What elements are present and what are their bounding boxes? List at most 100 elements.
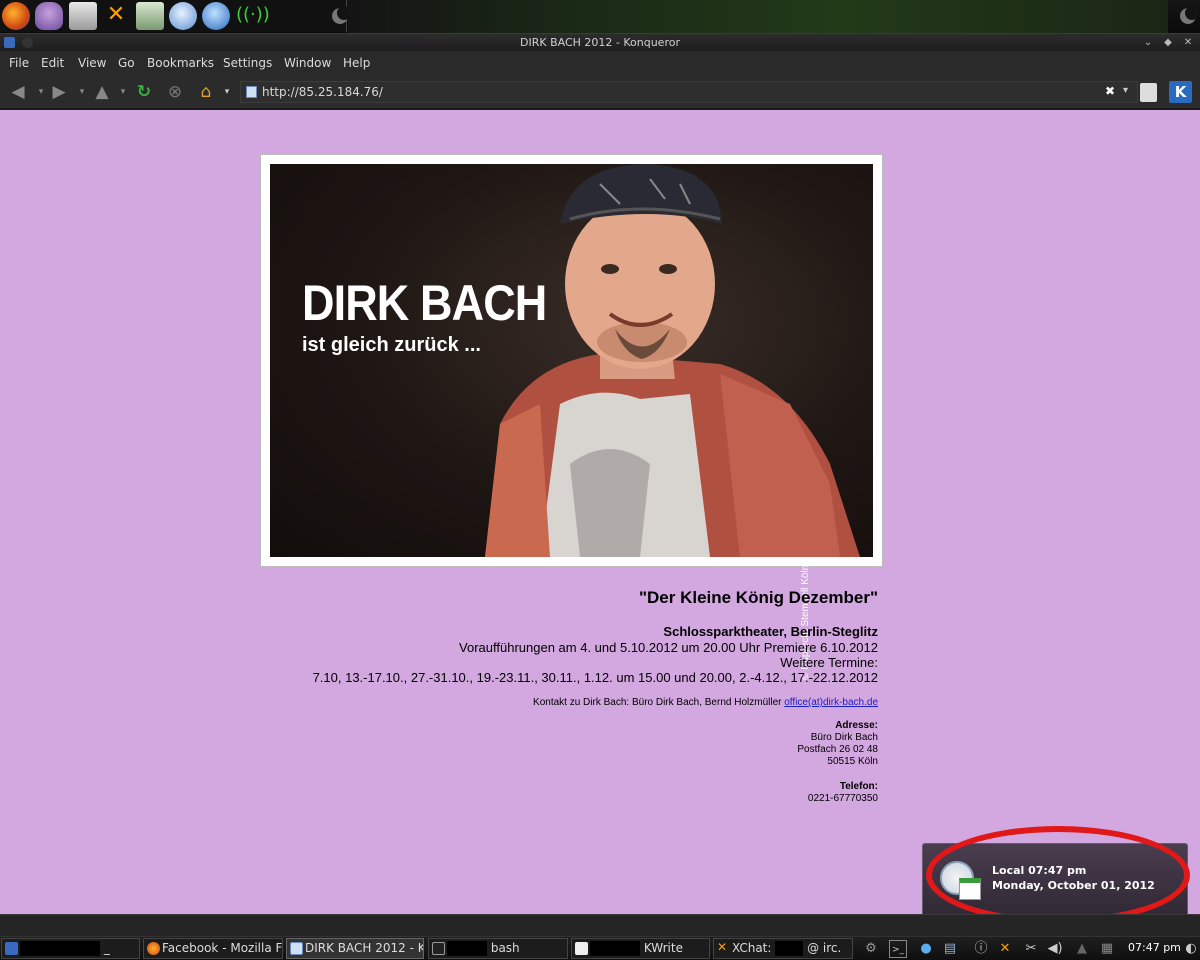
- firefox-icon[interactable]: [2, 2, 30, 30]
- terminal-icon: [432, 942, 445, 955]
- menu-go[interactable]: Go: [118, 56, 135, 70]
- clear-url-icon[interactable]: ✖: [1105, 84, 1115, 98]
- address-line: Büro Dirk Bach: [810, 732, 878, 743]
- moon-icon: [332, 6, 351, 24]
- home-icon[interactable]: ⌂: [195, 82, 217, 102]
- menu-help[interactable]: Help: [343, 56, 370, 70]
- up-icon[interactable]: ▲: [91, 82, 113, 102]
- konqueror-launcher-icon[interactable]: [202, 2, 230, 30]
- kwrite-icon: [575, 942, 588, 955]
- window-title: DIRK BACH 2012 - Konqueror: [520, 36, 680, 49]
- task-label: Facebook - Mozilla Fir: [162, 941, 283, 955]
- menu-bar: File Edit View Go Bookmarks Settings Win…: [0, 51, 1200, 75]
- minimize-icon[interactable]: ⌄: [1141, 36, 1155, 50]
- address-bar[interactable]: http://85.25.184.76/ ✖ ▾: [240, 81, 1138, 103]
- system-icon[interactable]: ⚙: [862, 940, 880, 958]
- desktop-wallpaper-strip: [348, 0, 1168, 33]
- konqueror-icon: [290, 942, 303, 955]
- photo-subline: ist gleich zurück ...: [302, 334, 481, 356]
- task-bash[interactable]: bash: [428, 938, 568, 959]
- popup-local-time: Local 07:47 pm: [992, 864, 1087, 877]
- xchat-icon: ✕: [717, 940, 728, 954]
- clipboard-icon[interactable]: [1140, 83, 1157, 102]
- task-konqueror[interactable]: DIRK BACH 2012 - K: [286, 938, 424, 959]
- firefox-icon: [147, 942, 160, 955]
- reload-icon[interactable]: ↻: [133, 82, 155, 102]
- contact-email-link[interactable]: office(at)dirk-bach.de: [784, 697, 878, 708]
- redacted-title: [20, 941, 100, 956]
- window-titlebar[interactable]: DIRK BACH 2012 - Konqueror ⌄ ◆ ✕: [0, 33, 1200, 51]
- terminal-tray-icon[interactable]: >_: [889, 940, 907, 958]
- portrait-illustration: [485, 164, 860, 557]
- thunderbird-icon[interactable]: [169, 2, 197, 30]
- menu-bookmarks[interactable]: Bookmarks: [147, 56, 214, 70]
- clock-tooltip: Local 07:47 pm Monday, October 01, 2012: [922, 843, 1188, 921]
- task-kwrite[interactable]: KWrite: [571, 938, 710, 959]
- show-title: "Der Kleine König Dezember": [638, 588, 878, 607]
- photo-headline: DIRK BACH: [302, 275, 547, 331]
- moon-icon-right: [1180, 6, 1199, 24]
- updates-icon[interactable]: ▲: [1073, 940, 1091, 958]
- menu-file[interactable]: File: [9, 56, 29, 70]
- back-icon[interactable]: ◀: [7, 82, 29, 102]
- page-favicon-icon: [246, 86, 257, 98]
- menu-view[interactable]: View: [78, 56, 106, 70]
- redacted-title: [447, 941, 487, 956]
- task-label: XChat:: [732, 941, 772, 955]
- web-page: DIRK BACH ist gleich zurück ... © Ruprec…: [0, 110, 1200, 914]
- network-icon[interactable]: ((·)): [236, 2, 270, 30]
- dirk-bach-photo: DIRK BACH ist gleich zurück ...: [270, 164, 873, 557]
- top-panel: ✕ ((·)): [0, 0, 1200, 33]
- xchat-tray-icon[interactable]: ✕: [996, 940, 1014, 958]
- globe-icon[interactable]: ●: [917, 940, 935, 958]
- task-label: _: [103, 941, 110, 955]
- popup-date: Monday, October 01, 2012: [992, 879, 1155, 892]
- volume-icon[interactable]: ◀): [1046, 940, 1064, 958]
- more-dates-label: Weitere Termine:: [780, 655, 878, 670]
- task-xchat[interactable]: ✕ XChat: @ irc.: [713, 938, 853, 959]
- pidgin-icon[interactable]: [35, 2, 63, 30]
- calendar-icon: [959, 878, 981, 900]
- menu-window[interactable]: Window: [284, 56, 331, 70]
- forward-dropdown-icon[interactable]: ▾: [71, 82, 93, 102]
- menu-edit[interactable]: Edit: [41, 56, 64, 70]
- contact-line: Kontakt zu Dirk Bach: Büro Dirk Bach, Be…: [533, 697, 878, 708]
- phone-label: Telefon:: [839, 781, 878, 792]
- quick-launcher: ✕ ((·)): [0, 0, 351, 32]
- status-bar: [0, 914, 1200, 936]
- close-icon[interactable]: ✕: [1181, 36, 1195, 50]
- menu-settings[interactable]: Settings: [223, 56, 272, 70]
- taskbar: _ Facebook - Mozilla Fir DIRK BACH 2012 …: [0, 936, 1200, 960]
- task-firefox[interactable]: Facebook - Mozilla Fir: [143, 938, 283, 959]
- task-label: KWrite: [643, 941, 683, 955]
- home-dropdown-icon[interactable]: ▾: [216, 82, 238, 102]
- address-line: Postfach 26 02 48: [797, 744, 878, 755]
- up-dropdown-icon[interactable]: ▾: [112, 82, 134, 102]
- xchat-launcher-icon[interactable]: ✕: [102, 2, 130, 30]
- maximize-icon[interactable]: ◆: [1161, 36, 1175, 50]
- url-history-dropdown-icon[interactable]: ▾: [1123, 85, 1128, 96]
- more-dates: 7.10, 13.-17.10., 27.-31.10., 19.-23.11.…: [312, 670, 878, 685]
- kde-logo-icon[interactable]: K: [1169, 81, 1192, 103]
- redacted-title: [775, 941, 804, 956]
- pager-icon[interactable]: ▦: [1098, 940, 1116, 958]
- printer-icon[interactable]: [69, 2, 97, 30]
- disk-icon[interactable]: [136, 2, 164, 30]
- task-konsole[interactable]: _: [1, 938, 140, 959]
- task-label: bash: [490, 941, 520, 955]
- taskbar-clock[interactable]: 07:47 pm: [1128, 941, 1181, 954]
- task-label: DIRK BACH 2012 - K: [305, 941, 424, 955]
- address-input[interactable]: http://85.25.184.76/: [262, 85, 383, 99]
- task-label-suffix: @ irc.: [807, 941, 842, 955]
- notes-icon[interactable]: ▤: [941, 940, 959, 958]
- scissors-icon[interactable]: ✂: [1022, 940, 1040, 958]
- stop-icon[interactable]: ⊗: [164, 82, 186, 102]
- address-line: 50515 Köln: [827, 756, 878, 767]
- venue: Schlossparktheater, Berlin-Steglitz: [663, 624, 878, 639]
- photo-frame: DIRK BACH ist gleich zurück ...: [260, 154, 883, 567]
- redacted-title: [590, 941, 640, 956]
- info-icon[interactable]: ⓘ: [972, 940, 990, 958]
- preview-dates: Voraufführungen am 4. und 5.10.2012 um 2…: [459, 640, 878, 655]
- panel-toggle-icon[interactable]: ◐: [1182, 940, 1200, 958]
- forward-icon[interactable]: ▶: [48, 82, 70, 102]
